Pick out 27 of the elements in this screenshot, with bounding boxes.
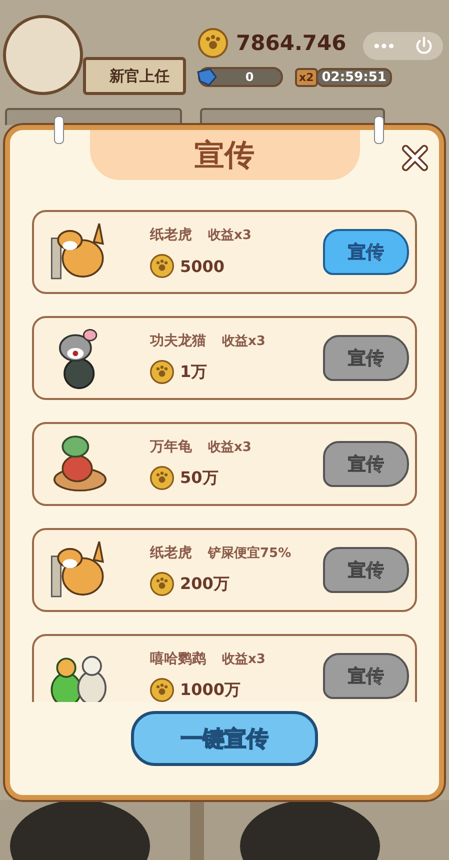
item-name: 纸老虎: [150, 226, 192, 244]
item-effect: 铲屎便宜75%: [208, 544, 292, 562]
item-name: 万年龟: [150, 438, 192, 456]
item-cost: 5000: [180, 256, 225, 276]
item-cost: 1000万: [180, 680, 241, 700]
promote-button[interactable]: 宣传: [323, 547, 409, 593]
item-name: 纸老虎: [150, 544, 192, 562]
promote-all-button[interactable]: 一键宣传: [131, 711, 318, 766]
item-effect: 收益x3: [208, 439, 252, 456]
promote-button[interactable]: 宣传: [323, 335, 409, 381]
item-cost: 1万: [180, 362, 208, 382]
item-effect: 收益x3: [208, 227, 252, 244]
dialog-title: 宣传: [90, 130, 360, 180]
item-name: 嘻哈鹦鹉: [150, 650, 206, 668]
boost-timer: 02:59:51: [316, 68, 392, 86]
item-name: 功夫龙猫: [150, 332, 206, 350]
promote-button[interactable]: 宣传: [323, 229, 409, 275]
coin-balance: 7864.746: [236, 31, 346, 55]
item-effect: 收益x3: [222, 333, 266, 350]
gem-count: 0: [244, 70, 255, 84]
item-cost: 50万: [180, 468, 218, 488]
item-cost: 200万: [180, 574, 230, 594]
player-title: 新官上任: [83, 57, 186, 95]
promote-button[interactable]: 宣传: [323, 653, 409, 699]
item-effect: 收益x3: [222, 651, 266, 668]
multiplier-badge: x2: [295, 68, 318, 86]
promote-button[interactable]: 宣传: [323, 441, 409, 487]
